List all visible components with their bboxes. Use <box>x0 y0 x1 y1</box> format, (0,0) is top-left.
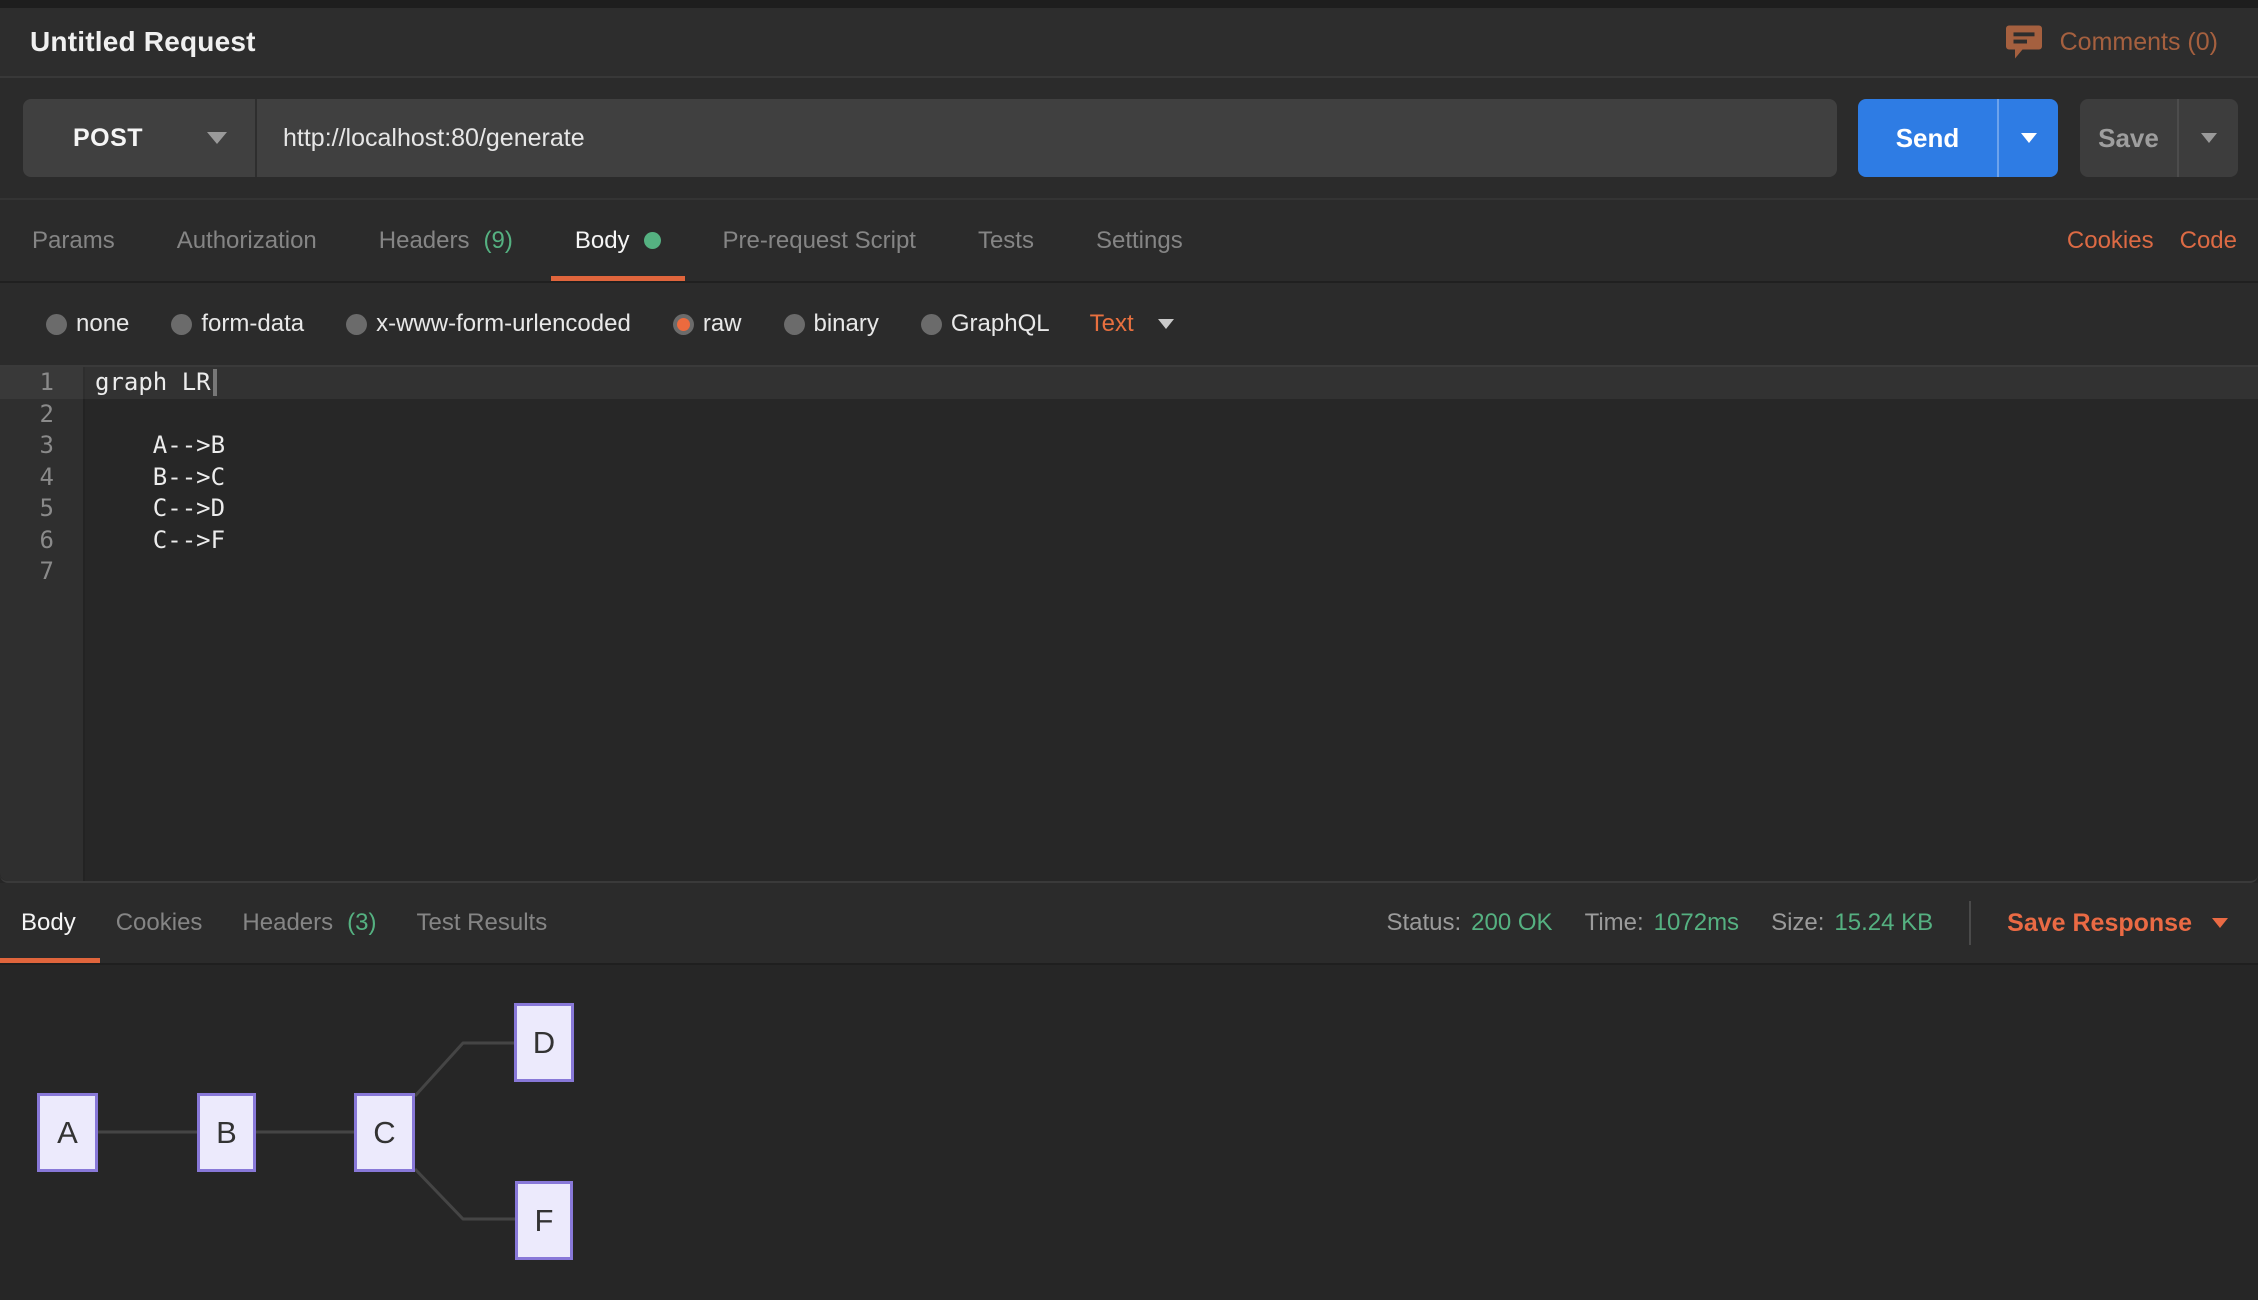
response-headers-count-badge: (3) <box>347 909 376 937</box>
graph-node-A: A <box>37 1093 98 1172</box>
radio-x-www-form-urlencoded[interactable]: x-www-form-urlencoded <box>346 310 631 338</box>
radio-raw[interactable]: raw <box>673 310 742 338</box>
graph-edge-C-F <box>415 1169 515 1219</box>
graph-node-B: B <box>197 1093 256 1172</box>
save-dropdown[interactable] <box>2177 99 2238 177</box>
page-title: Untitled Request <box>30 26 256 58</box>
body-filled-dot-icon <box>644 232 661 249</box>
method-select[interactable]: POST <box>23 99 255 177</box>
url-input[interactable] <box>257 124 1837 153</box>
editor-line: 4 B-->C <box>0 462 2258 494</box>
response-body-viewer: A B C D F <box>0 965 2258 1300</box>
url-bar: POST <box>23 99 1837 177</box>
request-row: POST Send Save <box>0 78 2258 200</box>
time-badge: Time: 1072ms <box>1585 909 1740 937</box>
chevron-down-icon <box>207 132 227 144</box>
radio-binary[interactable]: binary <box>784 310 879 338</box>
cookies-link[interactable]: Cookies <box>2067 227 2154 255</box>
chevron-down-icon <box>2212 918 2228 928</box>
tab-tests[interactable]: Tests <box>976 200 1036 281</box>
url-field-wrap <box>255 99 1837 177</box>
editor-line: 1 graph LR <box>0 367 2258 399</box>
radio-graphql[interactable]: GraphQL <box>921 310 1050 338</box>
tab-pre-request-script[interactable]: Pre-request Script <box>721 200 918 281</box>
radio-circle-icon <box>46 314 67 335</box>
tab-headers[interactable]: Headers (9) <box>377 200 515 281</box>
method-label: POST <box>73 124 143 153</box>
format-label: Text <box>1090 310 1134 338</box>
chevron-down-icon <box>2201 133 2217 143</box>
radio-form-data[interactable]: form-data <box>171 310 304 338</box>
headers-count-badge: (9) <box>484 227 513 255</box>
save-button[interactable]: Save <box>2080 99 2238 177</box>
request-body-editor[interactable]: 1 graph LR 2 3 A-->B 4 B-->C 5 C-->D 6 C… <box>0 365 2258 883</box>
save-label: Save <box>2080 99 2177 177</box>
send-button[interactable]: Send <box>1858 99 2058 177</box>
format-select[interactable]: Text <box>1090 310 1174 338</box>
graph-edges <box>0 965 2258 1300</box>
request-tabs-row: Params Authorization Headers (9) Body Pr… <box>0 200 2258 283</box>
graph-edge-C-D <box>415 1043 514 1096</box>
graph-node-D: D <box>514 1003 574 1082</box>
size-badge: Size: 15.24 KB <box>1771 909 1933 937</box>
editor-line: 3 A-->B <box>0 430 2258 462</box>
divider <box>1969 901 1971 945</box>
save-response-button[interactable]: Save Response <box>2007 909 2228 938</box>
send-label: Send <box>1858 99 1997 177</box>
chevron-down-icon <box>1158 319 1174 329</box>
status-badge: Status: 200 OK <box>1386 909 1552 937</box>
body-type-bar: none form-data x-www-form-urlencoded raw… <box>0 283 2258 365</box>
window-top-strip <box>0 0 2258 8</box>
tab-params[interactable]: Params <box>30 200 117 281</box>
tab-body[interactable]: Body <box>573 200 663 281</box>
tabs-right-links: Cookies Code <box>2067 227 2237 255</box>
editor-line: 7 <box>0 556 2258 588</box>
editor-line: 5 C-->D <box>0 493 2258 525</box>
radio-circle-icon <box>921 314 942 335</box>
response-tab-body[interactable]: Body <box>19 883 78 963</box>
radio-selected-icon <box>673 314 694 335</box>
response-tab-test-results[interactable]: Test Results <box>414 883 549 963</box>
radio-none[interactable]: none <box>46 310 129 338</box>
graph-node-C: C <box>354 1093 415 1172</box>
title-bar: Untitled Request Comments (0) <box>0 8 2258 78</box>
code-link[interactable]: Code <box>2180 227 2237 255</box>
comments-label: Comments (0) <box>2060 28 2218 57</box>
radio-circle-icon <box>784 314 805 335</box>
request-tabs: Params Authorization Headers (9) Body Pr… <box>30 200 1185 281</box>
response-tab-headers[interactable]: Headers (3) <box>240 883 378 963</box>
chevron-down-icon <box>2021 133 2037 143</box>
send-dropdown[interactable] <box>1997 99 2058 177</box>
radio-circle-icon <box>171 314 192 335</box>
graph-node-F: F <box>515 1181 573 1260</box>
tab-authorization[interactable]: Authorization <box>175 200 319 281</box>
response-meta: Status: 200 OK Time: 1072ms Size: 15.24 … <box>1386 901 2228 945</box>
text-cursor <box>213 369 217 396</box>
response-header: Body Cookies Headers (3) Test Results St… <box>0 883 2258 965</box>
editor-line: 2 <box>0 399 2258 431</box>
active-tab-underline <box>0 958 100 963</box>
editor-line: 6 C-->F <box>0 525 2258 557</box>
comment-bubble-icon <box>2006 25 2042 59</box>
active-tab-underline <box>551 276 685 281</box>
response-tab-cookies[interactable]: Cookies <box>114 883 205 963</box>
response-tabs: Body Cookies Headers (3) Test Results <box>19 883 549 963</box>
radio-circle-icon <box>346 314 367 335</box>
comments-button[interactable]: Comments (0) <box>2006 25 2218 59</box>
tab-settings[interactable]: Settings <box>1094 200 1185 281</box>
